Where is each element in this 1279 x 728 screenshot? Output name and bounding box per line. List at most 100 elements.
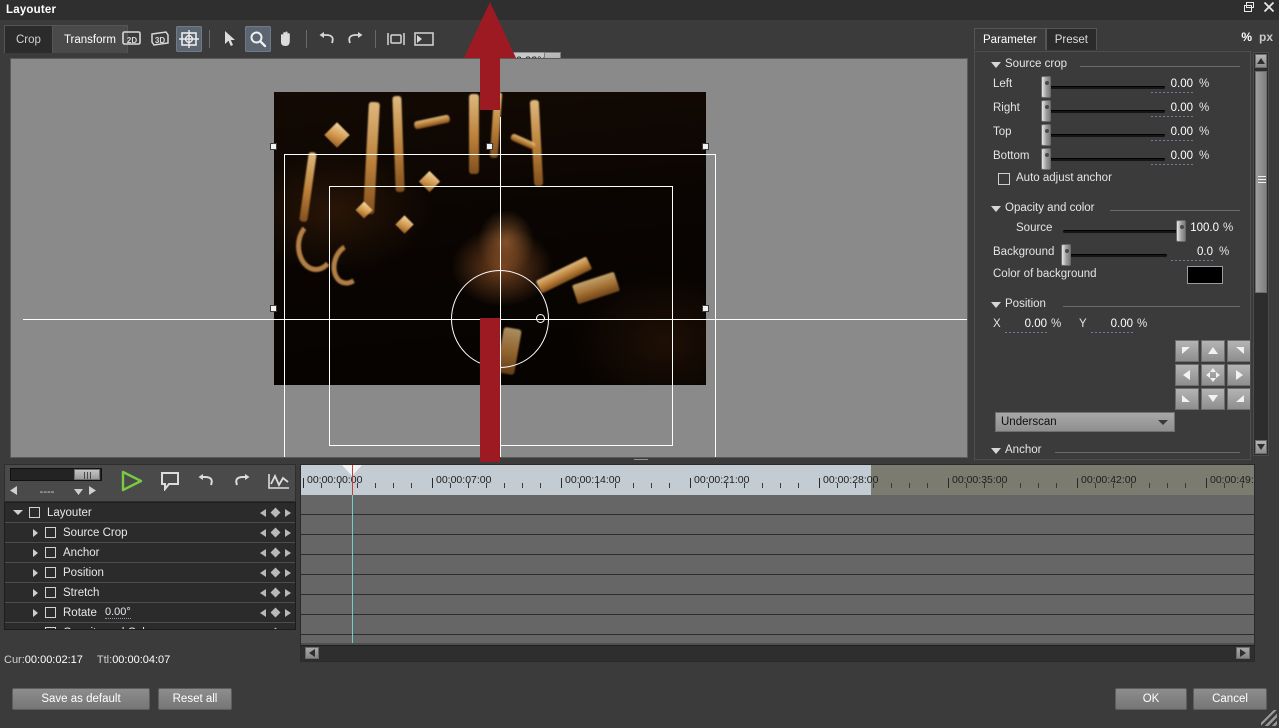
slider-knob-crop-bottom[interactable]	[1041, 148, 1051, 170]
close-icon[interactable]	[1263, 1, 1275, 13]
preview-canvas[interactable]	[10, 58, 968, 458]
row-checkbox[interactable]	[45, 587, 56, 598]
hand-tool-icon[interactable]	[273, 26, 299, 52]
timeline-ruler[interactable]: 00:00:00:00 00:00:07:00 00:00:14:00 00:0…	[301, 465, 1254, 495]
collapse-triangle-icon[interactable]	[991, 206, 1001, 212]
slider-crop-top[interactable]	[1047, 134, 1165, 137]
tab-transform[interactable]: Transform	[51, 25, 128, 53]
step-forward-icon[interactable]	[86, 486, 99, 498]
chevron-right-icon[interactable]	[1236, 647, 1250, 659]
timeline-track[interactable]	[301, 515, 1254, 535]
color-swatch-background[interactable]	[1187, 266, 1223, 284]
align-top-left-icon[interactable]	[1175, 340, 1199, 362]
prev-keyframe-icon[interactable]	[260, 508, 266, 517]
collapse-triangle-icon[interactable]	[991, 302, 1001, 308]
prev-keyframe-icon[interactable]	[260, 528, 266, 537]
resize-grip[interactable]	[1261, 710, 1277, 726]
align-bottom-left-icon[interactable]	[1175, 388, 1199, 410]
next-keyframe-icon[interactable]	[285, 548, 291, 557]
row-checkbox[interactable]	[45, 547, 56, 558]
chevron-right-icon[interactable]	[33, 528, 38, 537]
slider-opacity-source[interactable]	[1063, 230, 1181, 233]
row-checkbox[interactable]	[45, 567, 56, 578]
timeline-zoom-knob[interactable]	[74, 469, 100, 480]
timeline[interactable]: 00:00:00:00 00:00:07:00 00:00:14:00 00:0…	[300, 464, 1255, 662]
tab-crop[interactable]: Crop	[4, 25, 53, 53]
save-as-default-button[interactable]: Save as default	[12, 688, 150, 710]
prev-keyframe-icon[interactable]	[260, 568, 266, 577]
parameter-panel-scrollbar[interactable]	[1253, 52, 1269, 456]
slider-knob-crop-top[interactable]	[1041, 124, 1051, 146]
mode-3d-icon[interactable]: 3D	[148, 26, 174, 52]
align-left-icon[interactable]	[1175, 364, 1199, 386]
add-keyframe-icon[interactable]	[270, 527, 281, 538]
tab-preset[interactable]: Preset	[1045, 28, 1097, 50]
group-opacity-color[interactable]: Opacity and color	[975, 202, 1250, 218]
row-value[interactable]: 0.00°	[105, 606, 131, 619]
chevron-right-icon[interactable]	[33, 568, 38, 577]
align-center-icon[interactable]	[1201, 364, 1225, 386]
redo-icon[interactable]	[342, 26, 368, 52]
resize-handle-top-right[interactable]	[702, 143, 709, 150]
scrollbar-thumb[interactable]	[1255, 71, 1267, 293]
resize-handle-top-center[interactable]	[486, 143, 493, 150]
prev-keyframe-icon[interactable]	[260, 548, 266, 557]
undo-icon[interactable]	[196, 473, 216, 489]
add-keyframe-icon[interactable]	[270, 507, 281, 518]
timeline-track[interactable]	[301, 535, 1254, 555]
row-checkbox[interactable]	[45, 527, 56, 538]
next-keyframe-icon[interactable]	[285, 508, 291, 517]
chevron-right-icon[interactable]	[33, 628, 38, 629]
timeline-track[interactable]	[301, 495, 1254, 515]
cancel-button[interactable]: Cancel	[1193, 688, 1267, 710]
timeline-track[interactable]	[301, 555, 1254, 575]
row-checkbox[interactable]	[45, 607, 56, 618]
scan-mode-dropdown[interactable]: Underscan	[995, 412, 1175, 432]
speech-bubble-icon[interactable]	[160, 471, 180, 491]
next-keyframe-icon[interactable]	[285, 628, 291, 629]
tab-parameter[interactable]: Parameter	[974, 28, 1046, 50]
time-selector[interactable]: ----	[7, 484, 99, 500]
resize-handle-top-left[interactable]	[270, 143, 277, 150]
align-top-icon[interactable]	[1201, 340, 1225, 362]
frame-target-icon[interactable]	[176, 26, 202, 52]
slider-knob-opacity-background[interactable]	[1061, 244, 1071, 266]
table-row[interactable]: Rotate 0.00°	[5, 603, 295, 623]
slider-crop-bottom[interactable]	[1047, 158, 1165, 161]
safe-area-icon[interactable]	[411, 26, 437, 52]
row-auto-adjust-anchor[interactable]: Auto adjust anchor	[975, 170, 1250, 194]
value-position-x[interactable]: 0.00	[1005, 318, 1047, 330]
table-row[interactable]: Position	[5, 563, 295, 583]
resize-handle-middle-right[interactable]	[702, 305, 709, 312]
table-row[interactable]: Source Crop	[5, 523, 295, 543]
row-checkbox[interactable]	[45, 627, 56, 629]
value-crop-top[interactable]: 0.00	[1151, 126, 1193, 138]
next-keyframe-icon[interactable]	[285, 528, 291, 537]
group-position[interactable]: Position	[975, 298, 1250, 314]
timeline-horizontal-scrollbar[interactable]	[301, 645, 1254, 661]
slider-crop-right[interactable]	[1047, 110, 1165, 113]
align-bottom-right-icon[interactable]	[1227, 388, 1250, 410]
zoom-tool-icon[interactable]	[245, 26, 271, 52]
collapse-triangle-icon[interactable]	[991, 448, 1001, 454]
chevron-down-icon[interactable]	[74, 486, 83, 498]
next-keyframe-icon[interactable]	[285, 568, 291, 577]
slider-opacity-background[interactable]	[1067, 254, 1167, 257]
checkbox-auto-adjust-anchor[interactable]	[998, 173, 1010, 185]
next-keyframe-icon[interactable]	[285, 608, 291, 617]
add-keyframe-icon[interactable]	[270, 547, 281, 558]
fit-frame-icon[interactable]	[383, 26, 409, 52]
prev-keyframe-icon[interactable]	[260, 588, 266, 597]
scroll-down-button[interactable]	[1255, 440, 1267, 454]
align-right-icon[interactable]	[1227, 364, 1250, 386]
undo-icon[interactable]	[314, 26, 340, 52]
table-row[interactable]: Layouter	[5, 503, 295, 523]
ok-button[interactable]: OK	[1115, 688, 1187, 710]
add-keyframe-icon[interactable]	[270, 607, 281, 618]
restore-icon[interactable]	[1243, 1, 1255, 13]
row-checkbox[interactable]	[29, 507, 40, 518]
collapse-triangle-icon[interactable]	[991, 62, 1001, 68]
resize-handle-middle-left[interactable]	[270, 305, 277, 312]
value-crop-left[interactable]: 0.00	[1151, 78, 1193, 90]
value-opacity-background[interactable]: 0.0	[1171, 246, 1213, 258]
